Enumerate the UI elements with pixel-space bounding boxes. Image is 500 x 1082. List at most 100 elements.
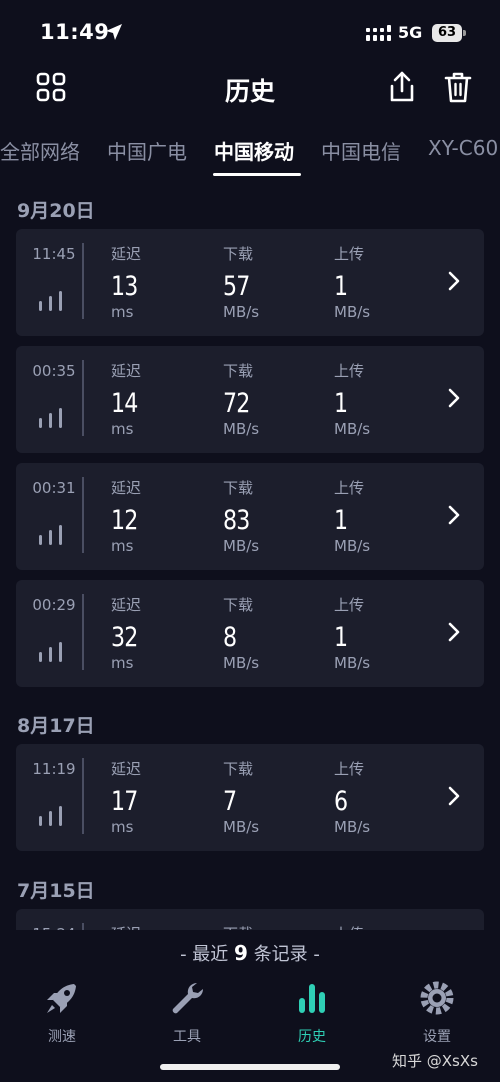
divider xyxy=(82,758,84,834)
chevron-right-icon[interactable] xyxy=(444,620,464,644)
tabbar-label: 测速 xyxy=(48,1029,76,1045)
signal-bars-icon xyxy=(39,291,62,311)
download-label: 下载 xyxy=(223,479,254,497)
record-card[interactable]: 11:45 延迟 13 ms 下载 57 MB/s 上传 1 MB/s xyxy=(16,229,484,336)
chevron-right-icon[interactable] xyxy=(444,269,464,293)
tabbar-speedtest[interactable]: 测速 xyxy=(12,978,112,1046)
upload-value: 1 xyxy=(334,622,348,653)
status-bar: 11:49 5G 63 xyxy=(0,0,500,64)
chevron-right-icon[interactable] xyxy=(444,784,464,808)
upload-column: 上传 1 MB/s xyxy=(334,360,434,438)
latency-unit: ms xyxy=(111,654,134,672)
divider xyxy=(82,243,84,319)
tab-all-networks[interactable]: 全部网络 xyxy=(0,136,80,165)
download-value: 72 xyxy=(223,388,250,419)
share-icon[interactable] xyxy=(386,70,418,104)
download-value: 83 xyxy=(223,505,250,536)
latency-value: 12 xyxy=(111,505,138,536)
download-label: 下载 xyxy=(223,245,254,263)
download-value: 7 xyxy=(223,786,237,817)
bar-chart-icon xyxy=(299,984,325,1013)
record-time: 11:19 xyxy=(32,760,76,778)
record-time: 00:35 xyxy=(32,362,76,380)
divider xyxy=(82,477,84,553)
download-unit: MB/s xyxy=(223,818,260,836)
tabbar-history[interactable]: 历史 xyxy=(262,978,362,1046)
date-header: 8月17日 xyxy=(17,715,95,737)
latency-column: 延迟 32 ms xyxy=(111,594,211,672)
upload-column: 上传 1 MB/s xyxy=(334,243,434,321)
header: 历史 xyxy=(0,64,500,116)
status-time: 11:49 xyxy=(40,20,110,44)
tab-china-mobile[interactable]: 中国移动 xyxy=(214,136,294,165)
active-tab-indicator xyxy=(213,173,301,176)
home-indicator[interactable] xyxy=(160,1064,340,1070)
summary-count: 9 xyxy=(234,941,248,965)
upload-value: 1 xyxy=(334,388,348,419)
download-column: 下载 8 MB/s xyxy=(223,594,323,672)
tabbar-label: 工具 xyxy=(173,1029,201,1045)
cellular-signal-icon xyxy=(366,25,391,41)
download-column: 下载 72 MB/s xyxy=(223,360,323,438)
battery-level: 63 xyxy=(437,25,457,40)
upload-label: 上传 xyxy=(334,596,365,614)
date-header: 7月15日 xyxy=(17,880,95,902)
latency-label: 延迟 xyxy=(111,596,142,614)
rocket-icon xyxy=(47,984,76,1013)
watermark: 知乎 @XsXs xyxy=(392,1052,478,1070)
gear-icon xyxy=(420,981,454,1015)
latency-unit: ms xyxy=(111,303,134,321)
latency-column: 延迟 17 ms xyxy=(111,758,211,836)
upload-column: 上传 1 MB/s xyxy=(334,594,434,672)
tab-china-broadnet[interactable]: 中国广电 xyxy=(107,136,187,165)
download-value: 8 xyxy=(223,622,237,653)
download-unit: MB/s xyxy=(223,654,260,672)
wrench-icon xyxy=(172,982,204,1014)
download-label: 下载 xyxy=(223,362,254,380)
summary-prefix: - 最近 xyxy=(180,944,229,965)
upload-label: 上传 xyxy=(334,245,365,263)
upload-unit: MB/s xyxy=(334,654,371,672)
app-root: 11:49 5G 63 历史 全部网络 中国广电 中国移动 中国电信 XY-C6… xyxy=(0,0,500,1082)
upload-label: 上传 xyxy=(334,760,365,778)
upload-label: 上传 xyxy=(334,362,365,380)
latency-unit: ms xyxy=(111,818,134,836)
signal-bars-icon xyxy=(39,806,62,826)
upload-unit: MB/s xyxy=(334,303,371,321)
latency-unit: ms xyxy=(111,537,134,555)
record-card[interactable]: 00:31 延迟 12 ms 下载 83 MB/s 上传 1 MB/s xyxy=(16,463,484,570)
chevron-right-icon[interactable] xyxy=(444,503,464,527)
chevron-right-icon[interactable] xyxy=(444,386,464,410)
latency-label: 延迟 xyxy=(111,362,142,380)
download-label: 下载 xyxy=(223,596,254,614)
upload-label: 上传 xyxy=(334,479,365,497)
tab-china-telecom[interactable]: 中国电信 xyxy=(321,136,401,165)
battery-tip xyxy=(463,30,466,36)
tab-xy-c60[interactable]: XY-C60 xyxy=(428,136,498,160)
latency-column: 延迟 14 ms xyxy=(111,360,211,438)
signal-bars-icon xyxy=(39,408,62,428)
record-time: 00:31 xyxy=(32,479,76,497)
location-arrow-icon xyxy=(106,24,122,40)
battery-icon: 63 xyxy=(432,24,462,42)
download-column: 下载 57 MB/s xyxy=(223,243,323,321)
upload-unit: MB/s xyxy=(334,420,371,438)
record-card[interactable]: 11:19 延迟 17 ms 下载 7 MB/s 上传 6 MB/s xyxy=(16,744,484,851)
tabbar-settings[interactable]: 设置 xyxy=(387,978,487,1046)
tabbar-label: 历史 xyxy=(298,1029,326,1045)
latency-value: 17 xyxy=(111,786,138,817)
upload-value: 1 xyxy=(334,505,348,536)
upload-column: 上传 6 MB/s xyxy=(334,758,434,836)
trash-icon[interactable] xyxy=(442,70,474,104)
date-header: 9月20日 xyxy=(17,200,95,222)
tabbar-label: 设置 xyxy=(423,1029,451,1045)
download-value: 57 xyxy=(223,271,250,302)
divider xyxy=(82,594,84,670)
signal-bars-icon xyxy=(39,525,62,545)
record-card[interactable]: 00:29 延迟 32 ms 下载 8 MB/s 上传 1 MB/s xyxy=(16,580,484,687)
divider xyxy=(82,360,84,436)
record-time: 00:29 xyxy=(32,596,76,614)
record-card[interactable]: 00:35 延迟 14 ms 下载 72 MB/s 上传 1 MB/s xyxy=(16,346,484,453)
tabbar-tools[interactable]: 工具 xyxy=(137,978,237,1046)
latency-unit: ms xyxy=(111,420,134,438)
